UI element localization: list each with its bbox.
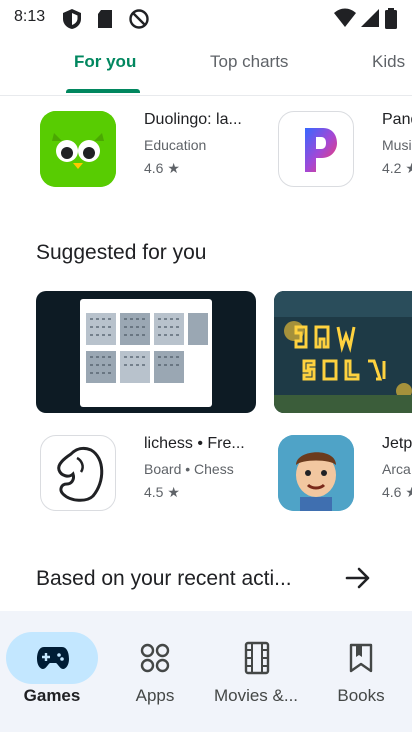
duolingo-owl-icon[interactable] <box>40 111 116 187</box>
lichess-knight-icon[interactable] <box>40 435 116 511</box>
tab-top-charts[interactable]: Top charts <box>210 52 288 72</box>
status-bar: 8:13 <box>0 0 412 36</box>
app-category: Arca <box>382 461 411 477</box>
app-title[interactable]: lichess • Fre... <box>144 435 245 453</box>
nav-label-games[interactable]: Games <box>2 686 102 706</box>
app-category: Musi <box>382 137 412 153</box>
sd-card-icon <box>96 8 114 35</box>
jetpack-joyride-icon[interactable] <box>278 435 354 511</box>
app-category: Board • Chess <box>144 461 234 477</box>
content-feed[interactable]: Duolingo: la... Education 4.6 ★ Pand Mus… <box>0 97 412 611</box>
active-tab-indicator <box>66 89 140 93</box>
signal-icon <box>360 8 380 33</box>
nav-label-books[interactable]: Books <box>311 686 411 706</box>
app-title[interactable]: Duolingo: la... <box>144 111 242 129</box>
tab-kids[interactable]: Kids <box>372 52 405 72</box>
shield-icon <box>60 8 84 35</box>
nav-label-movies[interactable]: Movies &... <box>206 686 306 706</box>
app-rating: 4.6 ★ <box>382 484 412 500</box>
app-rating: 4.2 ★ <box>382 160 412 176</box>
arrow-right-icon[interactable] <box>344 565 372 596</box>
app-title[interactable]: Pand <box>382 111 412 129</box>
section-title-recent[interactable]: Based on your recent acti... <box>36 567 292 591</box>
battery-icon <box>384 8 398 35</box>
top-tabs: For you Top charts Kids <box>0 36 412 96</box>
tab-for-you[interactable]: For you <box>74 52 136 72</box>
app-title[interactable]: Jetp <box>382 435 412 453</box>
section-title-suggested: Suggested for you <box>36 241 207 264</box>
promo-card-jetpack[interactable] <box>274 291 412 413</box>
film-icon[interactable] <box>243 641 271 680</box>
app-category: Education <box>144 137 207 153</box>
nav-label-apps[interactable]: Apps <box>105 686 205 706</box>
app-row: Duolingo: la... Education 4.6 ★ Pand Mus… <box>0 97 412 207</box>
wifi-icon <box>333 8 357 33</box>
app-rating: 4.5 ★ <box>144 484 180 500</box>
app-rating: 4.6 ★ <box>144 160 180 176</box>
status-time: 8:13 <box>14 8 46 25</box>
no-sync-icon <box>126 8 152 35</box>
promo-card-lichess[interactable] <box>36 291 256 413</box>
gamepad-icon[interactable] <box>36 643 70 676</box>
bookmark-icon[interactable] <box>347 641 375 680</box>
apps-grid-icon[interactable] <box>140 643 170 678</box>
pandora-icon[interactable] <box>278 111 354 187</box>
